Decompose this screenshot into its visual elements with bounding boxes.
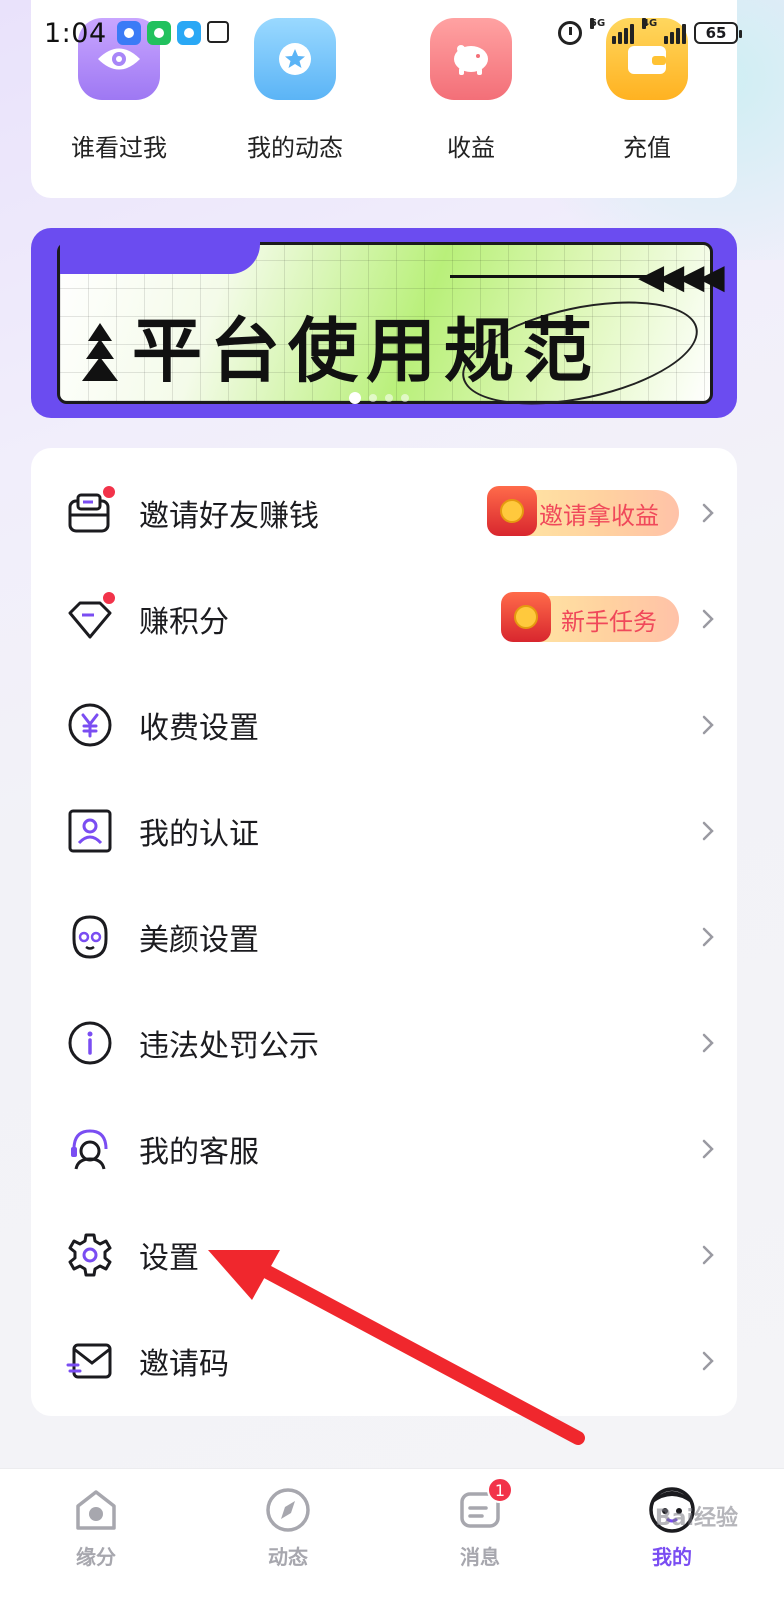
headset-icon	[65, 1124, 115, 1174]
status-bar: 1:04 5G 4G 65	[0, 0, 784, 66]
menu-item-customer-service[interactable]: 我的客服	[31, 1096, 737, 1202]
menu-item-label: 违法处罚公示	[139, 1029, 319, 1064]
info-icon	[65, 1018, 115, 1068]
signal-4g-label: 4G	[642, 18, 658, 29]
mail-icon	[65, 1336, 115, 1386]
menu-item-label: 邀请好友赚钱	[139, 499, 319, 534]
menu-list: 邀请好友赚钱 邀请拿收益 赚积分 新手任务 收费设置 我的认证 美颜设置 违法处…	[31, 448, 737, 1416]
chevron-right-icon	[702, 715, 714, 735]
chevron-right-icon	[702, 1351, 714, 1371]
battery-icon: 65	[694, 22, 742, 44]
chat-bubble-icon	[176, 21, 201, 45]
pagination-dot-active	[349, 392, 361, 404]
pagination-dot	[369, 394, 377, 402]
menu-item-label: 赚积分	[139, 605, 229, 640]
chevron-right-icon	[702, 1139, 714, 1159]
signal-5g-icon: 5G	[590, 18, 634, 44]
wechat-icon	[146, 21, 171, 45]
chevron-right-icon	[702, 927, 714, 947]
pagination-dot	[401, 394, 409, 402]
menu-item-my-verification[interactable]: 我的认证	[31, 778, 737, 884]
tab-moments[interactable]: 动态	[228, 1485, 348, 1570]
banner-content: ◀◀◀◀ 平台使用规范	[57, 242, 725, 418]
menu-item-label: 邀请码	[139, 1347, 229, 1382]
tab-label: 我的	[652, 1545, 692, 1569]
chevron-right-icon	[702, 1033, 714, 1053]
quick-action-label: 充值	[623, 134, 671, 162]
nfc-icon	[206, 21, 229, 43]
bottom-navigation: 缘分 动态 1 消息 我的	[0, 1468, 784, 1600]
menu-item-invite-friends[interactable]: 邀请好友赚钱 邀请拿收益	[31, 460, 737, 566]
promo-label: 新手任务	[561, 607, 657, 636]
promo-banner[interactable]: ◀◀◀◀ 平台使用规范	[31, 228, 737, 418]
invite-promo-badge[interactable]: 邀请拿收益	[487, 486, 679, 536]
chevron-right-icon	[702, 821, 714, 841]
quick-action-label: 我的动态	[247, 134, 343, 162]
menu-item-violation-notice[interactable]: 违法处罚公示	[31, 990, 737, 1096]
tab-label: 动态	[268, 1545, 308, 1569]
status-time: 1:04	[44, 17, 107, 49]
chevron-right-icon	[702, 609, 714, 629]
alarm-icon	[558, 21, 582, 45]
pagination-dot	[385, 394, 393, 402]
menu-item-label: 美颜设置	[139, 923, 259, 958]
app-notification-icon	[116, 21, 141, 45]
banner-line	[450, 275, 650, 278]
chevron-right-icon	[702, 1245, 714, 1265]
face-icon	[65, 912, 115, 962]
signal-4g-icon: 4G	[642, 18, 686, 44]
promo-label: 邀请拿收益	[539, 501, 659, 530]
newbie-task-badge[interactable]: 新手任务	[501, 592, 679, 642]
chevron-right-icon	[702, 503, 714, 523]
menu-item-label: 设置	[139, 1241, 199, 1276]
banner-pagination	[349, 392, 409, 404]
banner-tab	[60, 242, 260, 274]
watermark: Bai经验	[654, 1506, 738, 1531]
menu-item-earn-points[interactable]: 赚积分 新手任务	[31, 566, 737, 672]
tab-label: 消息	[460, 1545, 500, 1569]
menu-item-invite-code[interactable]: 邀请码	[31, 1308, 737, 1414]
notification-dot	[101, 484, 117, 500]
red-packet-icon	[501, 592, 551, 642]
tab-label: 缘分	[76, 1545, 116, 1569]
gear-icon	[65, 1230, 115, 1280]
menu-item-label: 我的客服	[139, 1135, 259, 1170]
id-card-icon	[65, 806, 115, 856]
banner-title: 平台使用规范	[132, 310, 600, 392]
banner-arrows-decoration: ◀◀◀◀	[638, 257, 725, 297]
tab-fate[interactable]: 缘分	[36, 1485, 156, 1570]
home-icon	[71, 1485, 121, 1535]
menu-item-label: 我的认证	[139, 817, 259, 852]
notification-icons	[116, 21, 229, 45]
quick-action-label: 收益	[447, 134, 495, 162]
menu-item-fee-settings[interactable]: 收费设置	[31, 672, 737, 778]
red-envelope-icon	[487, 486, 537, 536]
menu-item-beauty-settings[interactable]: 美颜设置	[31, 884, 737, 990]
notification-dot	[101, 590, 117, 606]
tree-decoration	[82, 323, 118, 381]
menu-item-settings[interactable]: 设置	[31, 1202, 737, 1308]
menu-item-label: 收费设置	[139, 711, 259, 746]
compass-icon	[263, 1485, 313, 1535]
tab-messages[interactable]: 1 消息	[420, 1477, 540, 1570]
signal-5g-label: 5G	[590, 18, 606, 29]
quick-action-label: 谁看过我	[71, 134, 167, 162]
unread-badge: 1	[487, 1477, 513, 1503]
message-icon: 1	[455, 1477, 513, 1535]
yuan-icon	[65, 700, 115, 750]
